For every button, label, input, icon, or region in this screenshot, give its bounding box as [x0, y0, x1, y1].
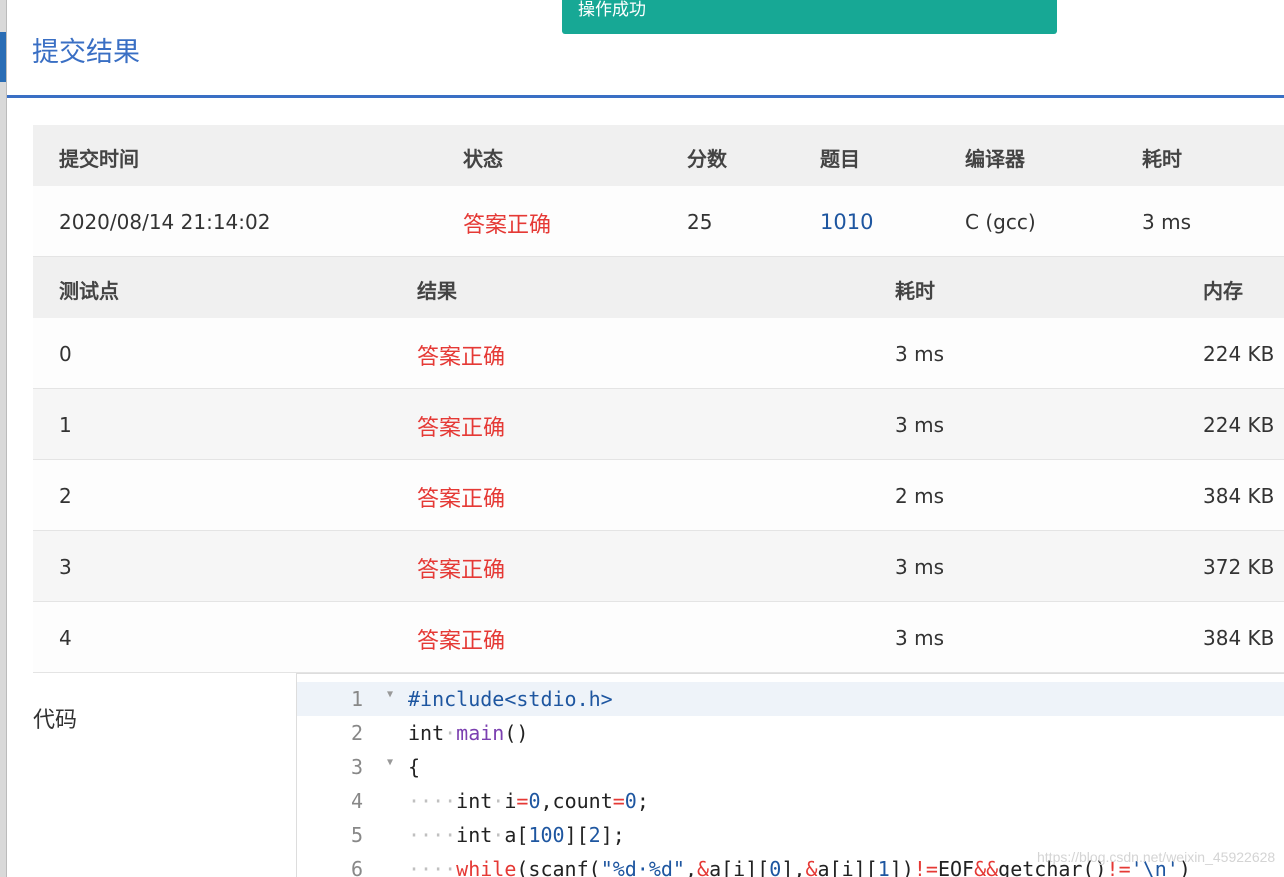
test-id: 1: [59, 413, 72, 437]
summary-row: 2020/08/14 21:14:02 答案正确 25 1010 C (gcc)…: [33, 186, 1284, 257]
test-memory: 384 KB: [1203, 626, 1275, 650]
fold-arrow-icon[interactable]: ▼: [387, 689, 393, 700]
test-memory: 224 KB: [1203, 413, 1275, 437]
test-time: 3 ms: [895, 555, 944, 579]
code-line: 3 ▼ {: [297, 750, 1284, 784]
line-number: 5: [350, 823, 363, 847]
test-id: 2: [59, 484, 72, 508]
test-time: 2 ms: [895, 484, 944, 508]
test-result: 答案正确: [417, 345, 506, 370]
line-number: 6: [350, 857, 363, 877]
test-result: 答案正确: [417, 416, 506, 441]
test-id: 3: [59, 555, 72, 579]
problem-link[interactable]: 1010: [820, 210, 873, 234]
status-text: 答案正确: [463, 213, 552, 238]
col-problem: 题目: [820, 147, 860, 171]
test-id: 0: [59, 342, 72, 366]
table-row: 2 答案正确 2 ms 384 KB: [33, 460, 1284, 531]
code-editor[interactable]: 1 ▼ #include<stdio.h> 2 int·main() 3 ▼ {…: [296, 673, 1284, 877]
test-time: 3 ms: [895, 342, 944, 366]
line-number: 1: [350, 687, 363, 711]
code-line: 2 int·main(): [297, 716, 1284, 750]
summary-header-row: 提交时间 状态 分数 题目 编译器 耗时: [33, 125, 1284, 186]
line-number: 2: [350, 721, 363, 745]
test-time: 3 ms: [895, 626, 944, 650]
elapsed-value: 3 ms: [1142, 210, 1191, 234]
tests-header-row: 测试点 结果 耗时 内存: [33, 257, 1284, 318]
code-text: {: [408, 755, 421, 779]
col-score: 分数: [687, 147, 727, 171]
code-text: ····int·a[100][2];: [408, 823, 625, 847]
table-row: 4 答案正确 3 ms 384 KB: [33, 602, 1284, 673]
compiler-value: C (gcc): [965, 210, 1036, 234]
col-elapsed: 耗时: [1142, 147, 1182, 171]
code-text: int·main(): [408, 721, 529, 745]
test-memory: 372 KB: [1203, 555, 1275, 579]
col-memory: 内存: [1203, 279, 1243, 303]
fold-arrow-icon[interactable]: ▼: [387, 757, 393, 768]
table-row: 1 答案正确 3 ms 224 KB: [33, 389, 1284, 460]
score-value: 25: [687, 210, 713, 234]
code-line: 5 ····int·a[100][2];: [297, 818, 1284, 852]
test-time: 3 ms: [895, 413, 944, 437]
submission-result-modal: 提交结果 操作成功 提交时间 状态 分数 题目 编译器 耗时 2020/08/1…: [6, 0, 1284, 877]
code-text: #include<stdio.h>: [408, 687, 613, 711]
line-number: 3: [350, 755, 363, 779]
col-status: 状态: [463, 147, 503, 171]
submit-time: 2020/08/14 21:14:02: [59, 210, 271, 234]
col-time: 耗时: [895, 279, 935, 303]
col-test-id: 测试点: [59, 279, 119, 303]
test-id: 4: [59, 626, 72, 650]
table-row: 3 答案正确 3 ms 372 KB: [33, 531, 1284, 602]
col-submit-time: 提交时间: [59, 147, 139, 171]
col-result: 结果: [417, 279, 457, 303]
test-result: 答案正确: [417, 558, 506, 583]
table-row: 0 答案正确 3 ms 224 KB: [33, 318, 1284, 389]
modal-title: 提交结果: [32, 37, 140, 68]
code-text: ····int·i=0,count=0;: [408, 789, 649, 813]
line-number: 4: [350, 789, 363, 813]
success-toast: 操作成功: [562, 0, 1057, 34]
col-compiler: 编译器: [965, 147, 1025, 171]
code-line: 1 ▼ #include<stdio.h>: [297, 682, 1284, 716]
code-label: 代码: [33, 708, 78, 733]
code-line: 4 ····int·i=0,count=0;: [297, 784, 1284, 818]
watermark: https://blog.csdn.net/weixin_45922628: [1037, 849, 1276, 865]
test-memory: 224 KB: [1203, 342, 1275, 366]
test-memory: 384 KB: [1203, 484, 1275, 508]
test-result: 答案正确: [417, 487, 506, 512]
test-result: 答案正确: [417, 629, 506, 654]
